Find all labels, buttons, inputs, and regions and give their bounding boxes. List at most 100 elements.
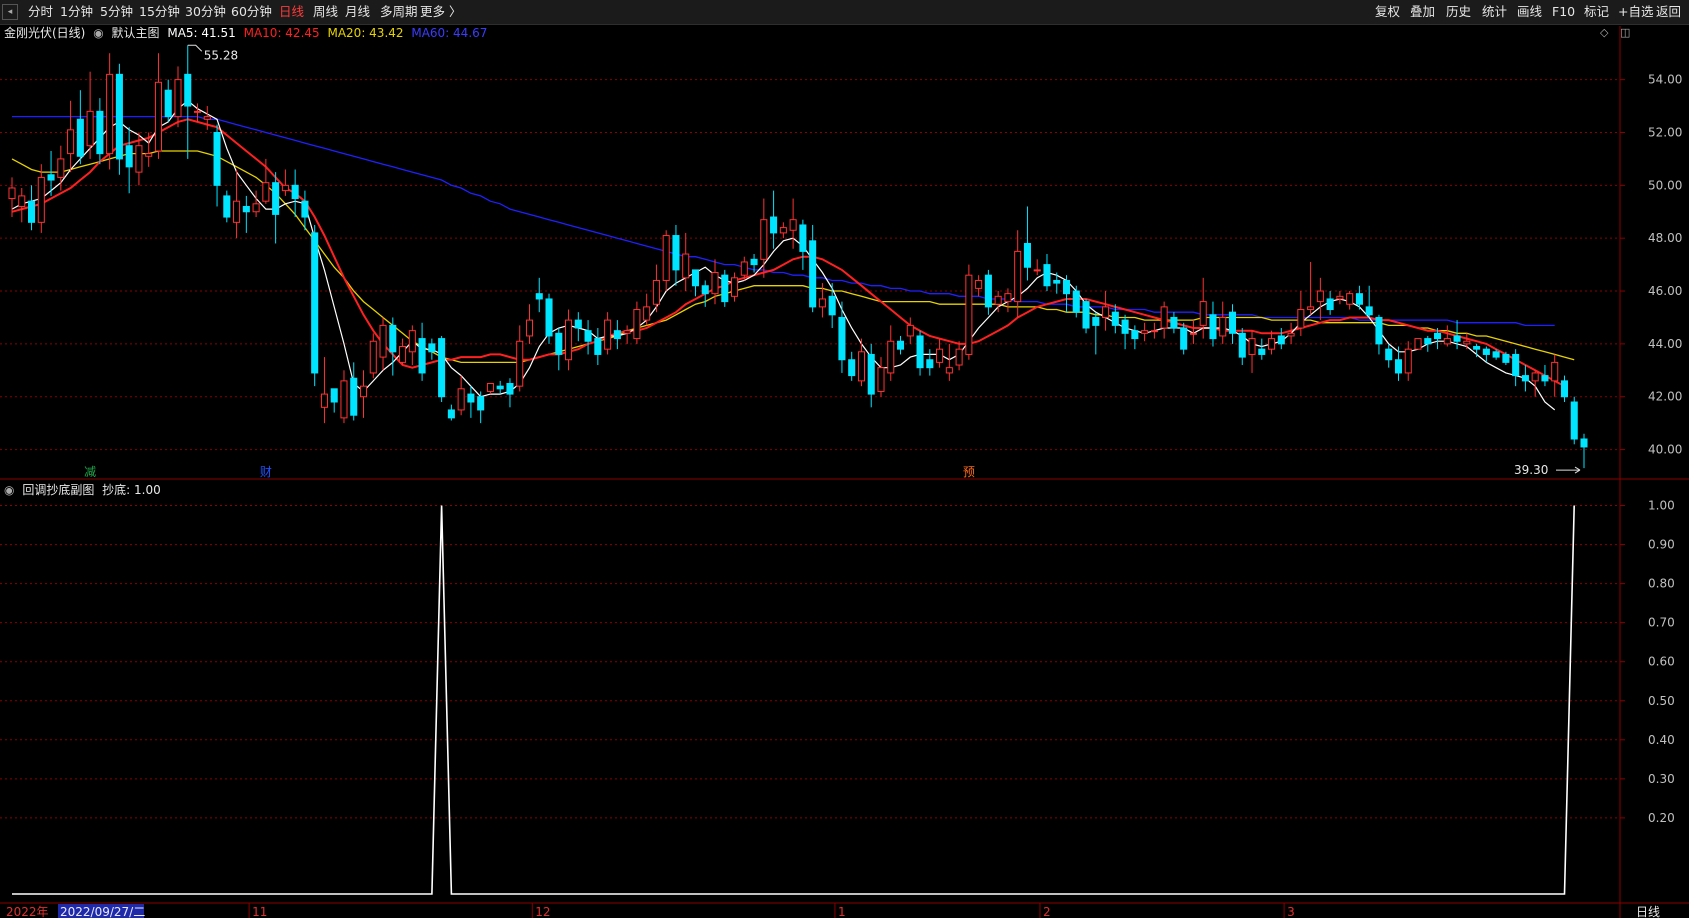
up-candle xyxy=(1014,250,1022,303)
up-candle xyxy=(1316,290,1324,303)
down-candle xyxy=(496,385,504,390)
down-candle xyxy=(799,224,807,252)
up-candle xyxy=(174,79,182,118)
up-candle xyxy=(1150,330,1158,333)
up-candle xyxy=(1248,338,1256,355)
up-candle xyxy=(135,145,143,173)
up-candle xyxy=(252,203,260,213)
ma10-line xyxy=(11,118,1565,388)
down-candle xyxy=(848,359,856,377)
up-candle xyxy=(67,129,75,155)
price-tick-label: 54.00 xyxy=(1648,73,1682,87)
down-candle xyxy=(1326,298,1334,311)
sub-tick-label: 0.30 xyxy=(1648,772,1675,786)
down-candle xyxy=(1473,346,1481,350)
chaodi-line xyxy=(12,505,1575,895)
price-tick-label: 42.00 xyxy=(1648,390,1682,404)
down-candle xyxy=(350,377,358,416)
up-candle xyxy=(965,274,973,355)
sub-tick-label: 1.00 xyxy=(1648,499,1675,513)
down-candle xyxy=(984,274,992,308)
up-candle xyxy=(643,306,651,321)
month-label: 1 xyxy=(838,905,846,918)
up-candle xyxy=(857,351,865,382)
month-label: 3 xyxy=(1287,905,1295,918)
up-candle xyxy=(359,385,368,398)
up-candle xyxy=(682,253,690,279)
down-candle xyxy=(1482,348,1490,355)
down-candle xyxy=(164,89,172,118)
price-tick-label: 46.00 xyxy=(1648,284,1682,298)
down-candle xyxy=(701,285,709,295)
down-candle xyxy=(691,269,700,287)
down-candle xyxy=(1092,316,1100,326)
up-candle xyxy=(1268,338,1276,350)
down-candle xyxy=(750,258,758,266)
down-candle xyxy=(291,184,299,200)
up-candle xyxy=(1336,295,1344,300)
low-pointer xyxy=(1556,466,1581,474)
down-candle xyxy=(1238,332,1246,358)
up-candle xyxy=(1033,269,1041,272)
up-candle xyxy=(369,340,377,374)
chart-area[interactable]: 40.00 42.00 44.00 46.00 48.00 50.00 52.00 54.00… xyxy=(0,0,1689,918)
down-candle xyxy=(1365,306,1373,316)
period-label: 日线 xyxy=(1636,905,1660,918)
down-candle xyxy=(96,110,104,155)
down-candle xyxy=(1560,380,1568,398)
event-marker: 预 xyxy=(963,465,975,479)
up-candle xyxy=(1463,340,1471,345)
sub-tick-label: 0.80 xyxy=(1648,577,1675,591)
sub-layer xyxy=(12,505,1575,895)
up-candle xyxy=(457,388,465,411)
down-candle xyxy=(1228,311,1237,334)
candle-layer xyxy=(8,45,1588,469)
up-candle xyxy=(340,380,348,419)
down-candle xyxy=(223,195,231,218)
up-candle xyxy=(37,176,45,223)
down-candle xyxy=(1580,438,1588,448)
up-candle xyxy=(877,367,885,392)
ma5-line xyxy=(11,100,1556,411)
down-candle xyxy=(555,332,563,355)
down-candle xyxy=(896,340,905,350)
up-candle xyxy=(906,324,914,337)
down-candle xyxy=(1180,327,1188,350)
sub-tick-label: 0.50 xyxy=(1648,694,1675,708)
low-price-label: 39.30 xyxy=(1514,463,1548,477)
up-candle xyxy=(262,182,270,202)
up-candle xyxy=(320,393,328,408)
up-candle xyxy=(662,235,670,281)
down-candle xyxy=(242,205,250,213)
up-candle xyxy=(8,187,16,200)
down-candle xyxy=(428,343,436,353)
down-candle xyxy=(926,359,934,369)
event-marker: 减 xyxy=(84,465,96,479)
down-candle xyxy=(1170,316,1178,329)
down-candle xyxy=(47,174,55,181)
event-marker: 财 xyxy=(260,465,272,479)
down-candle xyxy=(28,200,36,223)
up-candle xyxy=(760,219,768,260)
down-candle xyxy=(311,232,319,374)
down-candle xyxy=(1385,348,1393,361)
sub-tick-label: 0.20 xyxy=(1648,811,1675,825)
up-candle xyxy=(86,110,94,147)
high-pointer xyxy=(187,44,203,52)
down-candle xyxy=(330,388,338,403)
panel-mode-icon: ◫ xyxy=(1620,26,1630,39)
up-candle xyxy=(1160,306,1168,329)
down-candle xyxy=(770,216,778,234)
up-candle xyxy=(1189,332,1197,335)
up-candle xyxy=(379,324,387,358)
up-candle xyxy=(1199,301,1207,326)
down-candle xyxy=(916,335,924,369)
up-candle xyxy=(1297,309,1305,329)
down-candle xyxy=(672,235,680,271)
sub-tick-label: 0.70 xyxy=(1648,616,1675,630)
up-candle xyxy=(57,158,65,178)
up-candle xyxy=(1531,372,1539,382)
up-candle xyxy=(945,367,953,374)
up-candle xyxy=(652,279,660,305)
up-candle xyxy=(1404,348,1412,374)
